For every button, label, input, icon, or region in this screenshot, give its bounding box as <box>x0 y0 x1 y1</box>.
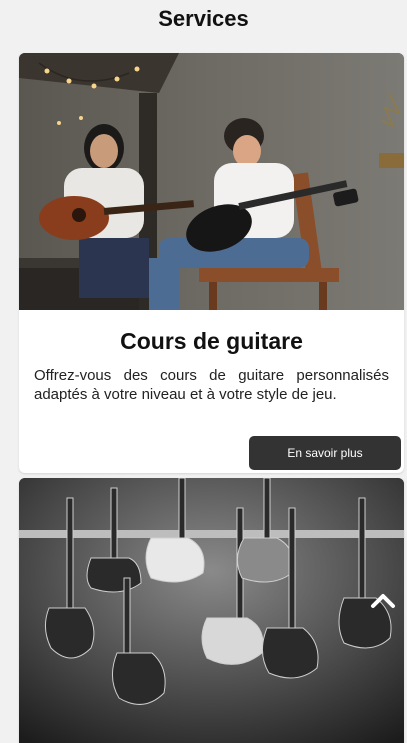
learn-more-button[interactable]: En savoir plus <box>249 436 401 470</box>
chevron-up-icon <box>371 594 395 608</box>
page-title: Services <box>158 6 249 31</box>
guitar-lesson-image <box>19 53 404 310</box>
bass-guitars-wall-image <box>19 478 404 743</box>
card-description: Offrez-vous des cours de guitare personn… <box>34 367 389 403</box>
service-card-instruments <box>19 478 404 743</box>
service-card-guitar-lessons: Cours de guitare Offrez-vous des cours d… <box>19 53 404 473</box>
scroll-to-top-button[interactable] <box>366 584 400 618</box>
card-title: Cours de guitare <box>120 328 303 354</box>
